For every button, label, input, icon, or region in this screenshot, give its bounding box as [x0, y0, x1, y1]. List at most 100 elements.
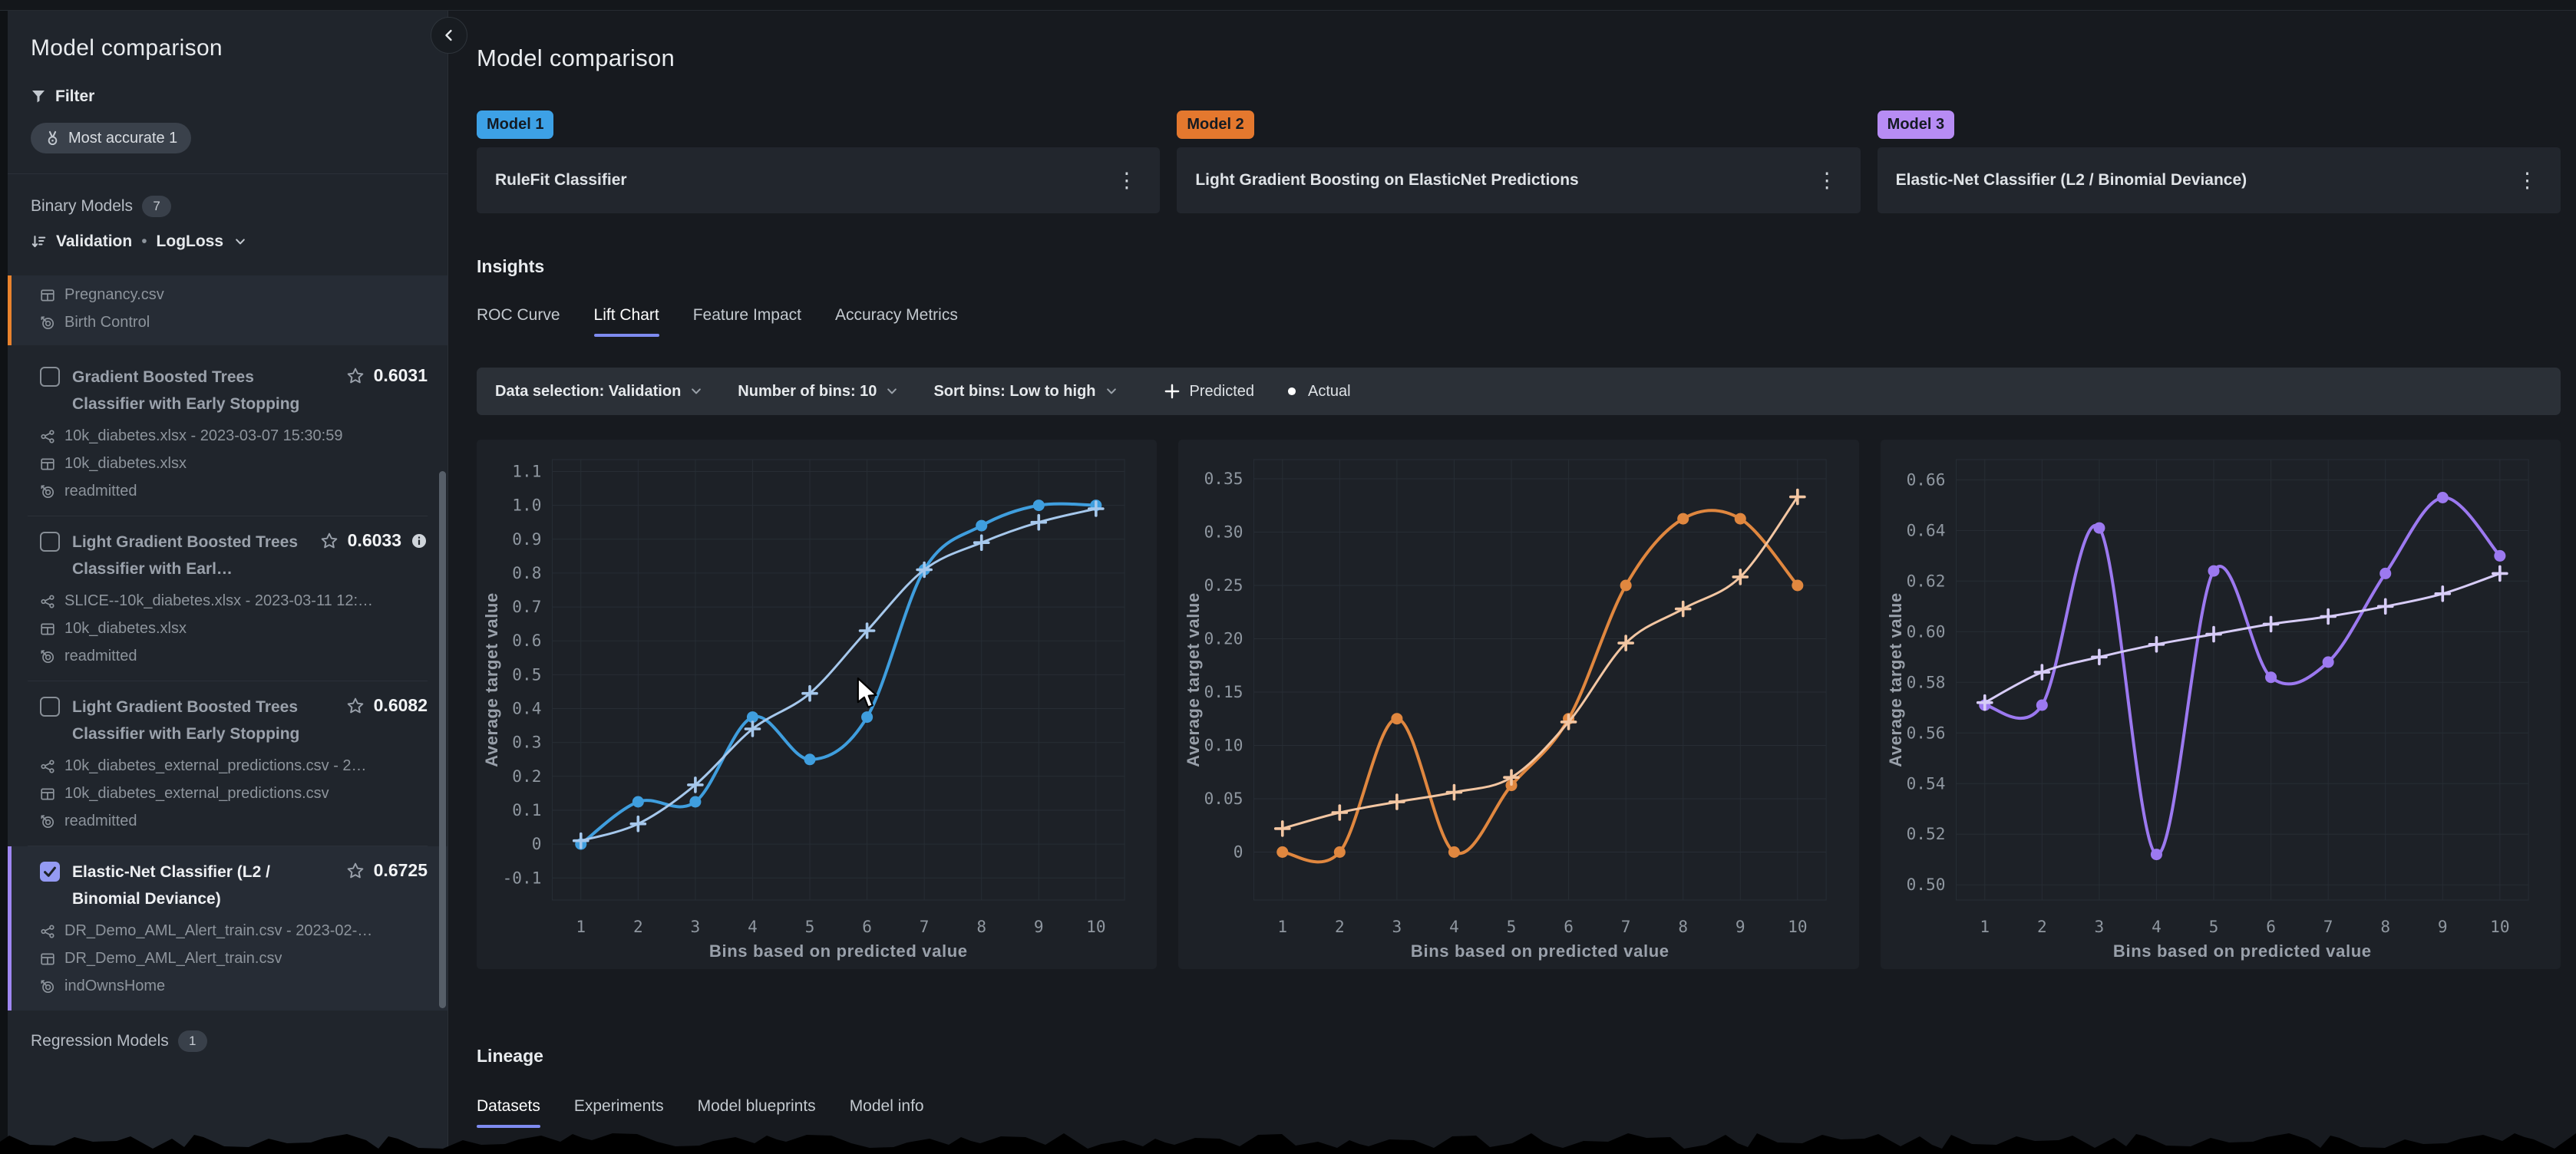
target-icon	[40, 649, 55, 664]
svg-text:0.58: 0.58	[1906, 672, 1945, 691]
svg-text:0.10: 0.10	[1204, 736, 1243, 755]
sort-bins-dropdown[interactable]: Sort bins: Low to high	[933, 383, 1118, 401]
tab-model-blueprints[interactable]: Model blueprints	[698, 1097, 816, 1128]
lift-chart-svg-model-1: -0.100.10.20.30.40.50.60.70.80.91.01.112…	[477, 440, 1157, 969]
tab-model-info[interactable]: Model info	[850, 1097, 924, 1128]
svg-text:Average target value: Average target value	[1184, 592, 1203, 767]
kebab-menu-icon[interactable]: ⋮	[2512, 167, 2542, 194]
page-title: Model comparison	[477, 45, 2561, 72]
target-icon	[40, 315, 55, 331]
model-checkbox[interactable]	[40, 367, 60, 387]
tab-lift-chart[interactable]: Lift Chart	[594, 306, 659, 337]
svg-text:3: 3	[1392, 917, 1402, 936]
chevron-down-icon	[1104, 384, 1119, 399]
model-checkbox-checked[interactable]	[40, 862, 60, 882]
model-list-item-partial[interactable]: Pregnancy.csv Birth Control	[8, 275, 447, 345]
item-experiment: 10k_diabetes_external_predictions.csv - …	[64, 757, 367, 775]
number-of-bins-label: Number of bins: 10	[738, 383, 877, 401]
model-checkbox[interactable]	[40, 532, 60, 552]
item-dataset: DR_Demo_AML_Alert_train.csv	[64, 950, 282, 968]
svg-text:6: 6	[2266, 917, 2276, 936]
dataset-icon	[40, 457, 55, 472]
kebab-menu-icon[interactable]: ⋮	[1111, 167, 1141, 194]
sidebar-collapse-button[interactable]	[431, 17, 467, 54]
svg-text:-0.1: -0.1	[503, 868, 542, 887]
model-3-name: Elastic-Net Classifier (L2 / Binomial De…	[1896, 171, 2247, 190]
svg-text:9: 9	[2438, 917, 2448, 936]
data-selection-dropdown[interactable]: Data selection: Validation	[495, 383, 704, 401]
tab-roc-curve[interactable]: ROC Curve	[477, 306, 560, 337]
svg-text:10: 10	[1788, 917, 1807, 936]
svg-text:0.15: 0.15	[1204, 682, 1243, 701]
lineage-heading: Lineage	[477, 1046, 2561, 1067]
svg-text:0.9: 0.9	[512, 529, 541, 549]
model-3-card[interactable]: Elastic-Net Classifier (L2 / Binomial De…	[1878, 147, 2561, 213]
model-1-card[interactable]: RuleFit Classifier ⋮	[477, 147, 1160, 213]
item-target: readmitted	[64, 483, 137, 500]
lift-chart-model-1: -0.100.10.20.30.40.50.60.70.80.91.01.112…	[477, 440, 1157, 969]
model-list: Binary Models 7 Validation • LogLoss Pre…	[8, 174, 447, 1052]
model-columns: Model 1 RuleFit Classifier ⋮ Model 2 Lig…	[477, 110, 2561, 213]
sidebar-scrollbar[interactable]	[439, 471, 446, 1008]
item-target: readmitted	[64, 813, 137, 830]
svg-text:1: 1	[1278, 917, 1288, 936]
insights-tabs: ROC Curve Lift Chart Feature Impact Accu…	[477, 306, 2561, 337]
svg-text:0.52: 0.52	[1906, 824, 1945, 843]
tab-experiments[interactable]: Experiments	[574, 1097, 664, 1128]
legend-predicted[interactable]: Predicted	[1164, 383, 1255, 401]
model-1-badge: Model 1	[477, 110, 553, 139]
app-screen: Model comparison Filter Most accurate 1 …	[0, 0, 2576, 1154]
svg-text:7: 7	[1621, 917, 1631, 936]
svg-text:7: 7	[920, 917, 930, 936]
star-icon[interactable]	[346, 367, 365, 385]
model-name: Gradient Boosted Trees Classifier with E…	[72, 364, 325, 417]
sort-selector[interactable]: Validation • LogLoss	[8, 232, 447, 251]
svg-text:0.5: 0.5	[512, 664, 541, 684]
target-icon	[40, 814, 55, 829]
tab-feature-impact[interactable]: Feature Impact	[693, 306, 801, 337]
section-regression-models: Regression Models 1	[8, 1030, 447, 1052]
number-of-bins-dropdown[interactable]: Number of bins: 10	[738, 383, 900, 401]
svg-text:2: 2	[2037, 917, 2047, 936]
model-name: Light Gradient Boosted Trees Classifier …	[72, 694, 325, 747]
filter-button[interactable]: Filter	[31, 87, 424, 106]
star-icon[interactable]	[320, 532, 339, 550]
svg-text:4: 4	[2152, 917, 2162, 936]
svg-text:0.1: 0.1	[512, 800, 541, 819]
model-list-item-selected[interactable]: Elastic-Net Classifier (L2 / Binomial De…	[8, 846, 447, 1011]
svg-text:1.0: 1.0	[512, 496, 541, 515]
star-icon[interactable]	[346, 697, 365, 715]
model-list-item[interactable]: Gradient Boosted Trees Classifier with E…	[8, 351, 447, 516]
lift-chart-svg-model-3: 0.500.520.540.560.580.600.620.640.661234…	[1881, 440, 2561, 969]
model-2-card[interactable]: Light Gradient Boosting on ElasticNet Pr…	[1177, 147, 1860, 213]
lift-charts: -0.100.10.20.30.40.50.60.70.80.91.01.112…	[477, 440, 2561, 969]
top-strip	[0, 0, 2576, 11]
svg-text:5: 5	[805, 917, 815, 936]
model-1-name: RuleFit Classifier	[495, 171, 627, 190]
tab-datasets[interactable]: Datasets	[477, 1097, 540, 1128]
info-icon[interactable]	[411, 532, 428, 549]
insights-heading: Insights	[477, 256, 2561, 277]
legend-actual[interactable]: Actual	[1285, 383, 1351, 401]
filter-chip-most-accurate[interactable]: Most accurate 1	[31, 123, 191, 153]
lift-chart-model-3: 0.500.520.540.560.580.600.620.640.661234…	[1881, 440, 2561, 969]
section-count-badge: 7	[142, 196, 171, 217]
sidebar-title: Model comparison	[31, 35, 424, 61]
tab-accuracy-metrics[interactable]: Accuracy Metrics	[835, 306, 958, 337]
model-checkbox[interactable]	[40, 697, 60, 717]
plus-marker-icon	[1164, 383, 1181, 400]
sort-metric: LogLoss	[157, 232, 224, 251]
section-count-badge: 1	[178, 1030, 207, 1052]
svg-text:0.60: 0.60	[1906, 622, 1945, 641]
model-2-name: Light Gradient Boosting on ElasticNet Pr…	[1195, 171, 1578, 190]
model-list-item[interactable]: Light Gradient Boosted Trees Classifier …	[8, 681, 447, 846]
model-name: Light Gradient Boosted Trees Classifier …	[72, 529, 320, 582]
item-experiment: DR_Demo_AML_Alert_train.csv - 2023-02-…	[64, 922, 372, 940]
kebab-menu-icon[interactable]: ⋮	[1812, 167, 1842, 194]
dot-marker-icon	[1285, 384, 1299, 398]
svg-text:1: 1	[1980, 917, 1990, 936]
star-icon[interactable]	[346, 862, 365, 880]
svg-text:8: 8	[976, 917, 986, 936]
model-list-item[interactable]: Light Gradient Boosted Trees Classifier …	[8, 516, 447, 681]
model-3-badge: Model 3	[1878, 110, 1954, 139]
